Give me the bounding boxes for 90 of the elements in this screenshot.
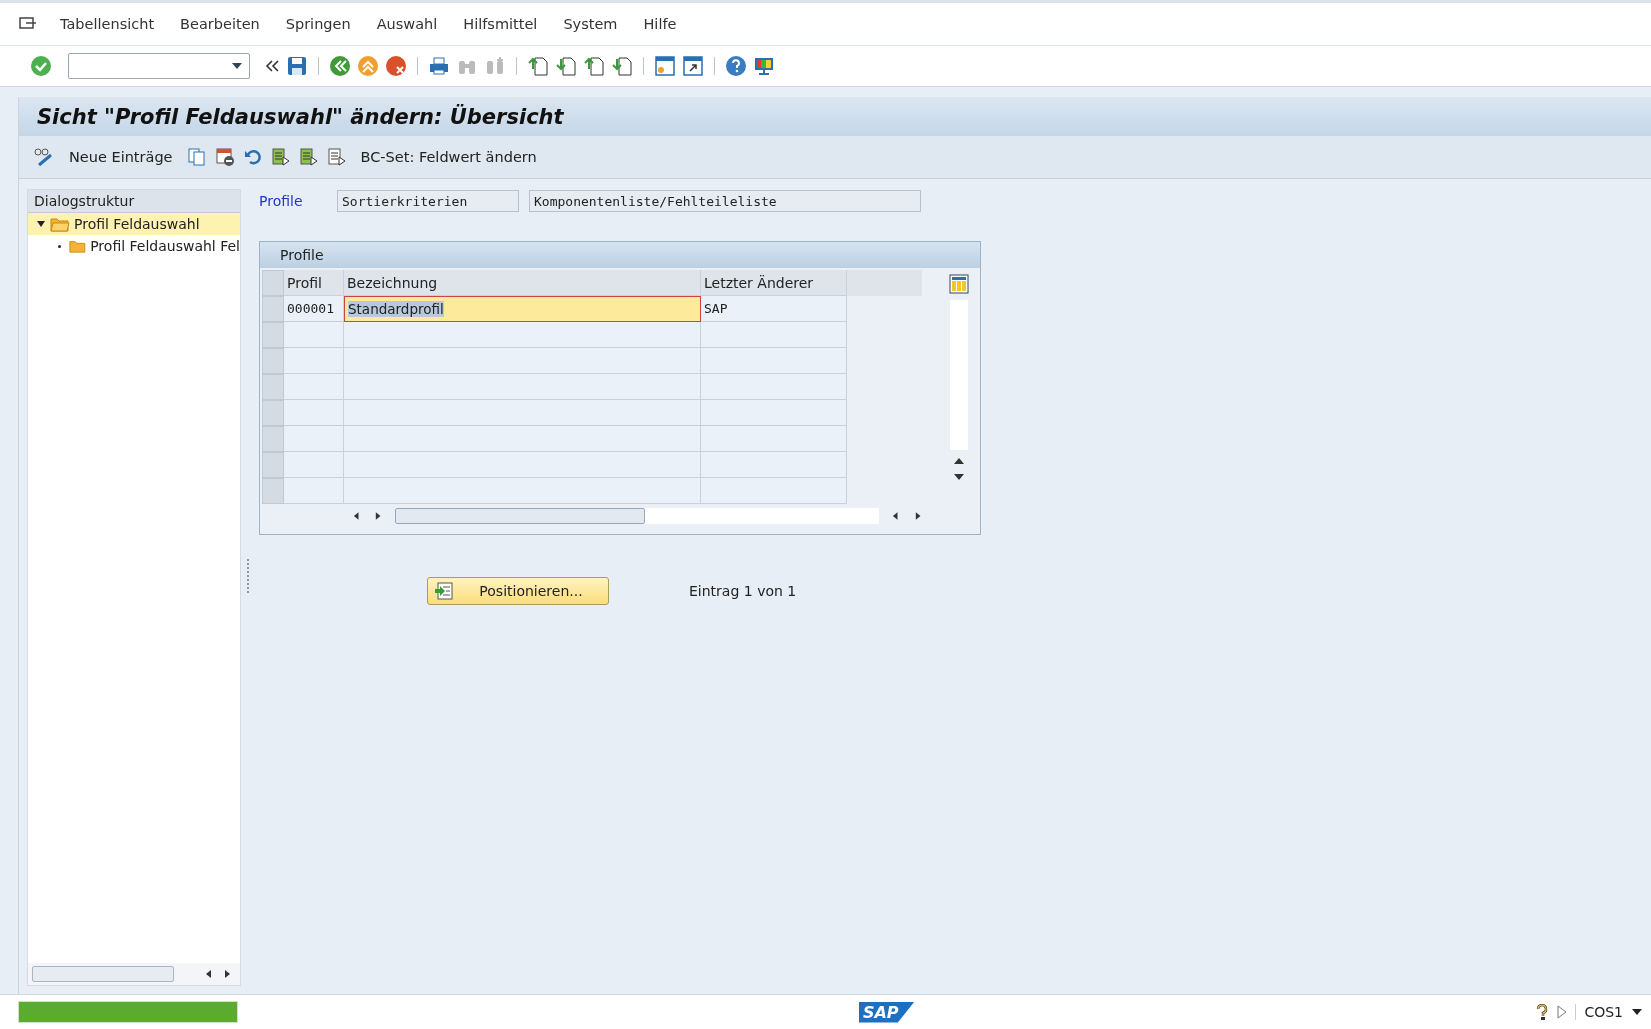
readonly-field: Komponentenliste/Fehlteileliste (529, 190, 921, 212)
column-settings-icon[interactable] (949, 274, 969, 294)
table-cell[interactable] (284, 452, 344, 478)
table-cell[interactable] (701, 374, 847, 400)
scroll-up-icon[interactable] (953, 456, 965, 466)
menu-icon[interactable] (18, 16, 38, 32)
logo: SAP (858, 1001, 915, 1023)
select-list-icon[interactable] (326, 147, 347, 167)
exit-icon[interactable] (357, 55, 379, 77)
table-cell[interactable] (344, 374, 701, 400)
system-name[interactable]: COS1 (1575, 1004, 1623, 1020)
scroll-down-icon[interactable] (953, 472, 965, 482)
new-entries-button[interactable]: Neue Einträge (69, 149, 173, 165)
table-cell[interactable] (284, 374, 344, 400)
table-cell[interactable]: 000001 (284, 296, 344, 322)
double-chevron-icon[interactable] (264, 58, 280, 74)
page-arrow-icon[interactable] (611, 55, 633, 77)
panel-header: Dialogstruktur (28, 190, 240, 213)
undo-icon[interactable] (242, 147, 263, 167)
table-cell[interactable] (284, 426, 344, 452)
back-icon[interactable] (329, 55, 351, 77)
menu-item[interactable]: System (563, 16, 618, 32)
scroll-right-icon[interactable] (222, 968, 232, 980)
bullet-icon (58, 244, 61, 248)
page-arrow-icon[interactable] (527, 55, 549, 77)
menu-item[interactable]: Hilfe (643, 16, 677, 32)
menu-item[interactable]: Tabellensicht (60, 16, 155, 32)
table-cell[interactable] (284, 478, 344, 504)
table-cell[interactable] (284, 400, 344, 426)
select-list-icon[interactable] (270, 147, 291, 167)
help-icon[interactable] (725, 55, 747, 77)
entry-count: Eintrag 1 von 1 (689, 583, 797, 599)
caret-icon[interactable] (231, 62, 243, 70)
table-cell[interactable] (344, 426, 701, 452)
table-cell[interactable] (344, 478, 701, 504)
scroll-left-icon[interactable] (891, 510, 901, 522)
table-cell[interactable] (284, 322, 344, 348)
position-button[interactable]: Positionieren... (427, 577, 609, 605)
check-icon[interactable] (30, 55, 52, 77)
select-all-cell[interactable] (262, 270, 284, 296)
table-cell[interactable] (344, 322, 701, 348)
help-key-icon[interactable] (1535, 1004, 1550, 1020)
select-list-icon[interactable] (298, 147, 319, 167)
tree-node[interactable]: Profil Feldauswahl Fel (28, 235, 240, 257)
table-cell[interactable] (344, 452, 701, 478)
table-cell[interactable]: Standardprofil (344, 296, 701, 322)
table-cell[interactable] (344, 348, 701, 374)
table-cell[interactable] (284, 348, 344, 374)
table-cell[interactable] (701, 348, 847, 374)
monitor-icon[interactable] (753, 55, 775, 77)
readonly-field: Sortierkriterien (337, 190, 519, 212)
table-cell[interactable] (344, 400, 701, 426)
page-arrow-icon[interactable] (555, 55, 577, 77)
screen-title: Sicht "Profil Feldauswahl" ändern: Übersicht (37, 104, 564, 129)
field-label[interactable]: Profile (259, 193, 327, 209)
copy-icon[interactable] (186, 147, 207, 167)
column-header[interactable]: Bezeichnung (344, 270, 701, 296)
menu-item[interactable]: Auswahl (376, 16, 438, 32)
scrollbar-thumb[interactable] (394, 508, 645, 524)
table-cell[interactable] (701, 322, 847, 348)
caret-icon[interactable] (1631, 1008, 1643, 1016)
cancel-icon[interactable] (385, 55, 407, 77)
folder-icon (50, 216, 70, 232)
menu-item[interactable]: Bearbeiten (180, 16, 260, 32)
table-cell[interactable] (701, 426, 847, 452)
glasses-pencil-icon[interactable] (33, 147, 55, 167)
table-cell[interactable] (701, 400, 847, 426)
print-icon[interactable] (428, 55, 450, 77)
menu-item[interactable]: Springen (285, 16, 351, 32)
folder-icon (68, 238, 87, 254)
menu-item[interactable]: Hilfsmittel (463, 16, 538, 32)
table-cell[interactable]: SAP (701, 296, 847, 322)
column-header[interactable]: Letzter Änderer (701, 270, 847, 296)
scroll-right-icon[interactable] (373, 510, 383, 522)
bc-set-button[interactable]: BC-Set: Feldwert ändern (360, 149, 537, 165)
table-cell[interactable] (701, 478, 847, 504)
page-arrow-icon[interactable] (583, 55, 605, 77)
column-header[interactable]: Profil (284, 270, 344, 296)
play-icon[interactable] (1557, 1005, 1568, 1019)
command-field[interactable] (68, 53, 250, 79)
tree-node[interactable]: Profil Feldauswahl (28, 213, 240, 235)
scroll-left-icon[interactable] (352, 510, 362, 522)
scroll-left-icon[interactable] (204, 968, 214, 980)
save-icon[interactable] (286, 55, 308, 77)
expand-triangle-icon[interactable] (36, 219, 46, 229)
table-cell[interactable] (701, 452, 847, 478)
delete-row-icon[interactable] (214, 147, 235, 167)
scrollbar-thumb[interactable] (32, 966, 174, 982)
window-shortcut-icon[interactable] (682, 55, 704, 77)
table-title: Profile (260, 242, 980, 268)
